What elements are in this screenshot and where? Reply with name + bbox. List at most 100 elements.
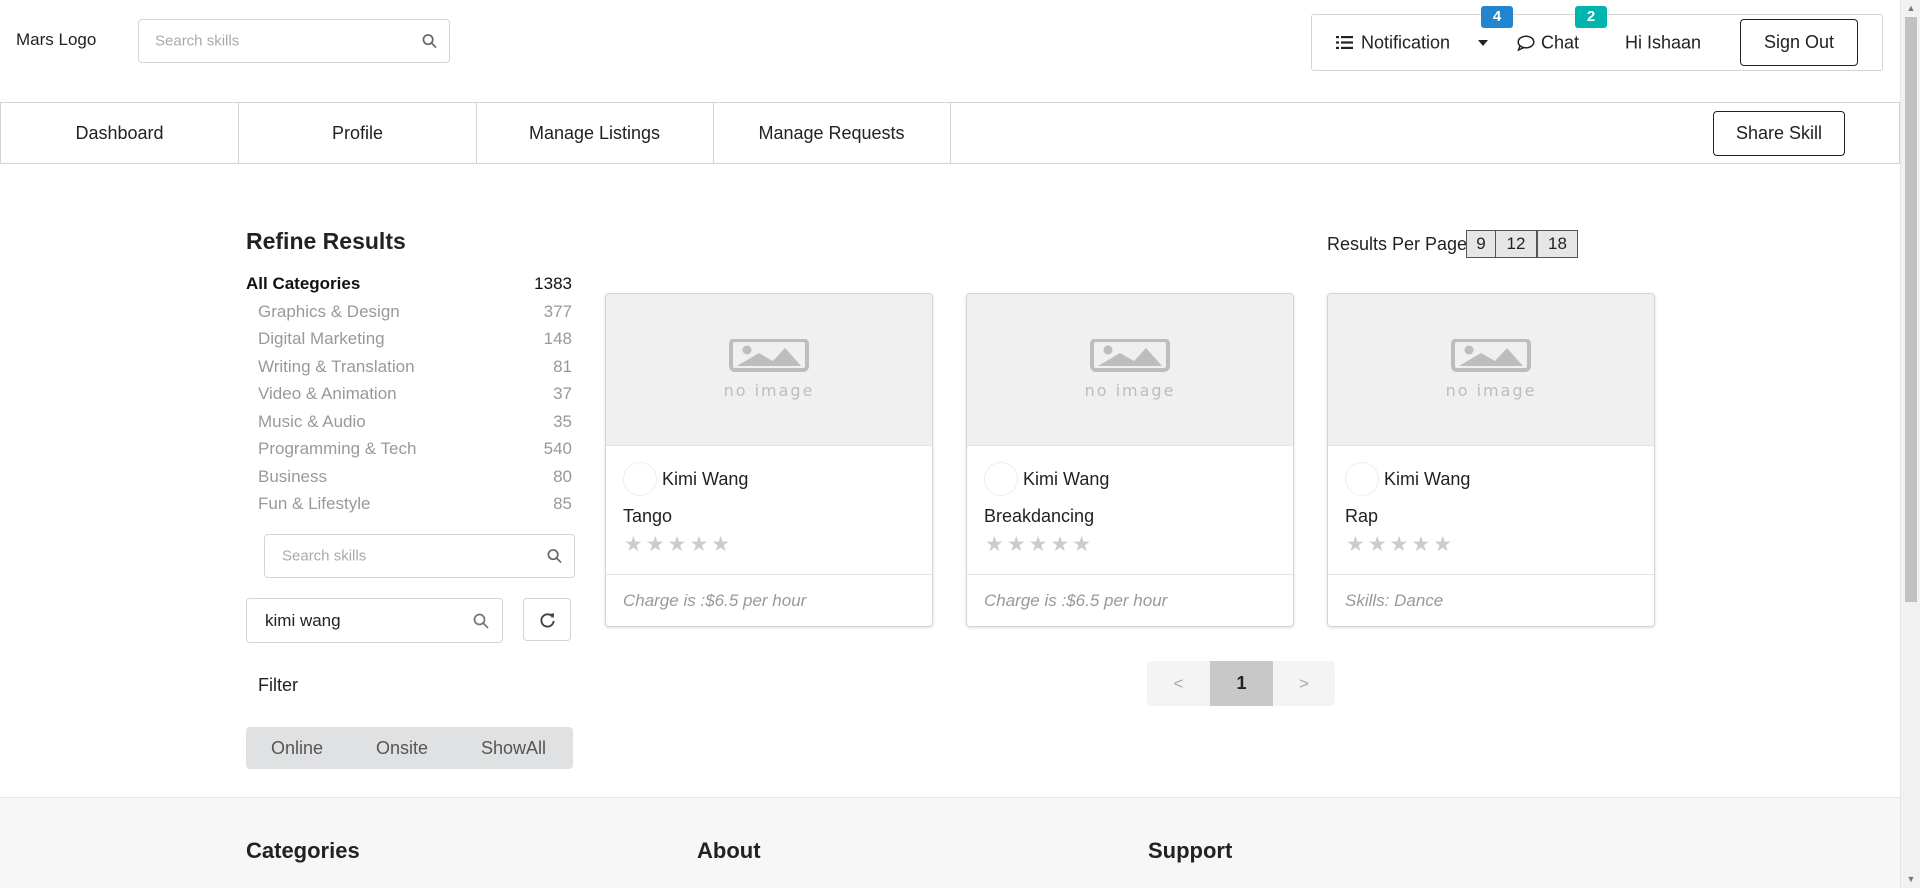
site-logo[interactable]: Mars Logo bbox=[16, 30, 96, 50]
pagination: < 1 > bbox=[1147, 661, 1335, 706]
per-page-12-button[interactable]: 12 bbox=[1495, 230, 1537, 258]
no-image-placeholder: no image bbox=[1328, 294, 1654, 446]
card-footer: Charge is :$6.5 per hour bbox=[967, 574, 1293, 626]
category-name: Video & Animation bbox=[258, 384, 397, 403]
search-icon[interactable] bbox=[547, 549, 562, 564]
refresh-icon bbox=[540, 613, 555, 628]
share-skill-button[interactable]: Share Skill bbox=[1713, 111, 1845, 156]
pagination-page-1[interactable]: 1 bbox=[1210, 661, 1273, 706]
main-nav: Dashboard Profile Manage Listings Manage… bbox=[0, 102, 1900, 164]
category-count: 85 bbox=[553, 494, 572, 513]
category-count: 35 bbox=[553, 412, 572, 431]
no-image-text: no image bbox=[723, 381, 815, 400]
star-rating: ★★★★★ bbox=[1346, 533, 1456, 556]
seller-name[interactable]: Kimi Wang bbox=[662, 469, 748, 490]
user-search-value: kimi wang bbox=[265, 610, 341, 630]
category-name: Programming & Tech bbox=[258, 439, 417, 458]
card-footer: Skills: Dance bbox=[1328, 574, 1654, 626]
notification-dropdown[interactable]: Notification 4 bbox=[1336, 6, 1513, 70]
avatar[interactable] bbox=[984, 462, 1018, 496]
no-image-placeholder: no image bbox=[606, 294, 932, 446]
category-count: 377 bbox=[543, 302, 572, 321]
category-item-all[interactable]: All Categories 1383 bbox=[246, 274, 572, 300]
nav-tab-manage-listings[interactable]: Manage Listings bbox=[476, 103, 714, 163]
page-scrollbar[interactable]: ▲ ▼ bbox=[1900, 0, 1920, 888]
nav-tab-profile[interactable]: Profile bbox=[239, 103, 477, 163]
skill-card[interactable]: no image Kimi Wang Breakdancing ★★★★★ Ch… bbox=[966, 293, 1294, 627]
per-page-9-button[interactable]: 9 bbox=[1466, 230, 1496, 258]
no-image-placeholder: no image bbox=[967, 294, 1293, 446]
chat-button[interactable]: Chat 2 bbox=[1517, 6, 1607, 70]
image-icon bbox=[1090, 339, 1170, 372]
per-page-18-button[interactable]: 18 bbox=[1537, 230, 1578, 258]
card-footer: Charge is :$6.5 per hour bbox=[606, 574, 932, 626]
filter-showall-button[interactable]: ShowAll bbox=[481, 727, 546, 769]
skill-search-input[interactable]: Search skills bbox=[264, 534, 575, 578]
footer-heading-about: About bbox=[697, 838, 761, 863]
skill-title[interactable]: Rap bbox=[1345, 506, 1378, 527]
avatar[interactable] bbox=[1345, 462, 1379, 496]
refresh-button[interactable] bbox=[523, 598, 571, 641]
seller-name[interactable]: Kimi Wang bbox=[1023, 469, 1109, 490]
image-icon bbox=[729, 339, 809, 372]
header-search-input[interactable]: Search skills bbox=[138, 19, 450, 63]
skill-card[interactable]: no image Kimi Wang Tango ★★★★★ Charge is… bbox=[605, 293, 933, 627]
category-count: 540 bbox=[543, 439, 572, 458]
scrollbar-thumb[interactable] bbox=[1905, 17, 1917, 602]
scroll-down-arrow[interactable]: ▼ bbox=[1901, 871, 1920, 888]
list-icon bbox=[1336, 36, 1353, 49]
scroll-up-arrow[interactable]: ▲ bbox=[1901, 0, 1920, 17]
filter-online-button[interactable]: Online bbox=[271, 727, 323, 769]
footer-heading-support: Support bbox=[1148, 838, 1233, 863]
skill-title[interactable]: Tango bbox=[623, 506, 672, 527]
seller-name[interactable]: Kimi Wang bbox=[1384, 469, 1470, 490]
chat-icon bbox=[1517, 35, 1535, 51]
image-icon bbox=[1451, 339, 1531, 372]
category-item-digital-marketing[interactable]: Digital Marketing 148 bbox=[246, 329, 572, 355]
footer-heading-categories: Categories bbox=[246, 838, 360, 863]
chat-count-badge: 2 bbox=[1575, 6, 1607, 28]
filter-onsite-button[interactable]: Onsite bbox=[376, 727, 428, 769]
category-item-video-animation[interactable]: Video & Animation 37 bbox=[246, 384, 572, 410]
star-rating: ★★★★★ bbox=[624, 533, 734, 556]
skill-title[interactable]: Breakdancing bbox=[984, 506, 1094, 527]
category-name: Graphics & Design bbox=[258, 302, 400, 321]
pagination-next-button[interactable]: > bbox=[1273, 661, 1335, 706]
chevron-down-icon bbox=[1478, 40, 1488, 46]
category-item-writing-translation[interactable]: Writing & Translation 81 bbox=[246, 357, 572, 383]
category-count: 37 bbox=[553, 384, 572, 403]
nav-tab-dashboard[interactable]: Dashboard bbox=[1, 103, 239, 163]
category-count: 81 bbox=[553, 357, 572, 376]
user-greeting[interactable]: Hi Ishaan bbox=[1625, 32, 1701, 53]
category-item-graphics-design[interactable]: Graphics & Design 377 bbox=[246, 302, 572, 328]
category-name: Fun & Lifestyle bbox=[258, 494, 371, 513]
user-search-input[interactable]: kimi wang bbox=[246, 598, 503, 643]
notification-label: Notification bbox=[1361, 32, 1451, 52]
star-rating: ★★★★★ bbox=[985, 533, 1095, 556]
category-item-programming-tech[interactable]: Programming & Tech 540 bbox=[246, 439, 572, 465]
no-image-text: no image bbox=[1084, 381, 1176, 400]
search-icon[interactable] bbox=[422, 34, 437, 49]
results-per-page-label: Results Per Page : bbox=[1327, 234, 1478, 254]
chat-label: Chat bbox=[1541, 32, 1580, 52]
pagination-prev-button[interactable]: < bbox=[1147, 661, 1210, 706]
avatar[interactable] bbox=[623, 462, 657, 496]
search-icon[interactable] bbox=[473, 613, 489, 629]
category-item-business[interactable]: Business 80 bbox=[246, 467, 572, 493]
skills-text: Skills: Dance bbox=[1345, 591, 1444, 610]
skill-card[interactable]: no image Kimi Wang Rap ★★★★★ Skills: Dan… bbox=[1327, 293, 1655, 627]
filter-button-group: Online Onsite ShowAll bbox=[246, 727, 573, 769]
nav-tab-manage-requests[interactable]: Manage Requests bbox=[713, 103, 951, 163]
notification-count-badge: 4 bbox=[1481, 6, 1513, 28]
category-name: Business bbox=[258, 467, 327, 486]
no-image-text: no image bbox=[1445, 381, 1537, 400]
charge-text: Charge is :$6.5 per hour bbox=[984, 591, 1168, 610]
sign-out-button[interactable]: Sign Out bbox=[1740, 19, 1858, 66]
category-name: Digital Marketing bbox=[258, 329, 385, 348]
filter-label: Filter bbox=[258, 675, 298, 695]
category-name: All Categories bbox=[246, 274, 361, 293]
category-item-fun-lifestyle[interactable]: Fun & Lifestyle 85 bbox=[246, 494, 572, 520]
category-count: 148 bbox=[543, 329, 572, 348]
category-item-music-audio[interactable]: Music & Audio 35 bbox=[246, 412, 572, 438]
skill-search-placeholder: Search skills bbox=[282, 547, 367, 565]
